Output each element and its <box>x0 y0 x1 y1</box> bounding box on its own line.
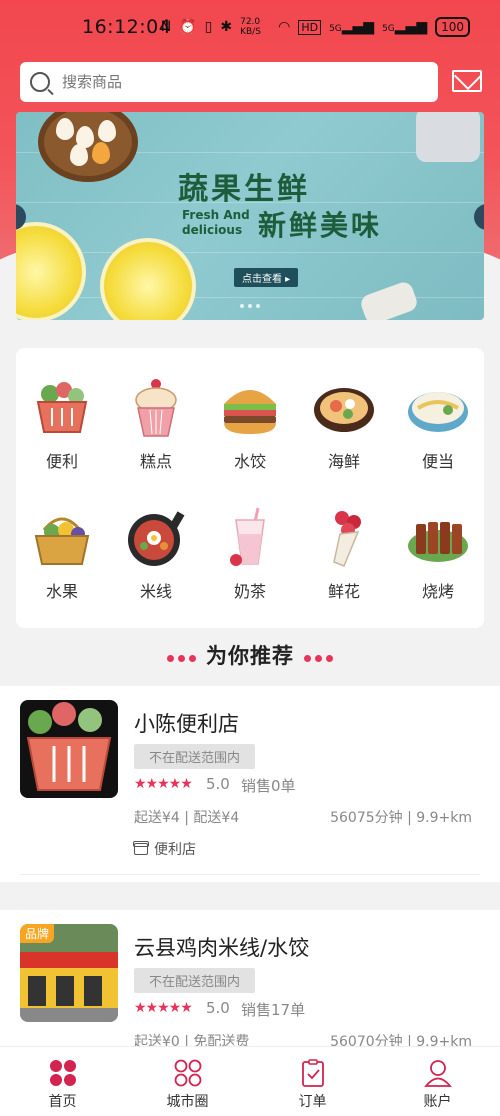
cupcake-icon <box>124 376 188 440</box>
search-input[interactable] <box>62 73 402 91</box>
tab-account[interactable]: 账户 <box>375 1047 500 1116</box>
category-item-bento[interactable]: 便当 <box>392 376 484 486</box>
category-item-milk-tea[interactable]: 奶茶 <box>204 506 296 616</box>
order-clipboard-icon <box>299 1059 327 1087</box>
category-item-rice-noodle[interactable]: 米线 <box>110 506 202 616</box>
recommend-section-title: 为你推荐 <box>0 640 500 670</box>
shop-name: 小陈便利店 <box>134 712 239 736</box>
shop-thumbnail: 品牌 <box>20 924 118 1022</box>
tab-orders[interactable]: 订单 <box>250 1047 375 1116</box>
shop-card[interactable]: 品牌 云县鸡肉米线/水饺 不在配送范围内 ★★★★★ 5.0 销售17单 起送¥… <box>0 910 500 1050</box>
account-person-icon <box>423 1059 452 1087</box>
category-item-flowers[interactable]: 鲜花 <box>298 506 390 616</box>
bbq-skewer-icon <box>406 506 470 570</box>
bluetooth-icon: ✱ <box>220 19 233 35</box>
bottom-tab-bar: 首页 城市圈 订单 账户 <box>0 1046 500 1116</box>
burger-icon <box>218 376 282 440</box>
delivery-status-tag: 不在配送范围内 <box>134 968 256 993</box>
status-bar: 16:12:04 N ⏰ ▯ ✱ 72.0 KB/S ◠ HD 5G▂▄▆ 5G… <box>0 0 500 56</box>
category-grid: 便利 糕点 水饺 海鲜 便当 水果 米线 奶茶 鲜花 烧烤 <box>16 348 484 628</box>
home-grid-icon <box>49 1059 77 1087</box>
battery-icon: 100 <box>435 17 470 37</box>
banner-subtitle-en: Fresh And delicious <box>182 208 250 237</box>
category-item-fruit[interactable]: 水果 <box>16 506 108 616</box>
promo-banner[interactable]: 蔬果生鲜 Fresh And delicious 新鲜美味 点击查看 ▸ <box>16 112 484 320</box>
category-item-dumpling[interactable]: 水饺 <box>204 376 296 486</box>
fruit-basket-icon <box>30 506 94 570</box>
decor-dots-left <box>165 645 198 669</box>
rating-value: 5.0 <box>206 775 230 793</box>
delivery-distance: 56075分钟 | 9.9+km <box>330 810 472 826</box>
network-speed: 72.0 KB/S <box>240 17 261 37</box>
shop-name: 云县鸡肉米线/水饺 <box>134 936 310 960</box>
shop-thumbnail <box>20 700 118 798</box>
rating-value: 5.0 <box>206 999 230 1017</box>
milk-tea-icon <box>218 506 282 570</box>
lemon-image <box>16 222 86 320</box>
shop-card[interactable]: 小陈便利店 不在配送范围内 ★★★★★ 5.0 销售0单 起送¥4 | 配送¥4… <box>0 686 500 882</box>
flower-bouquet-icon <box>312 506 376 570</box>
seafood-pot-icon <box>312 376 376 440</box>
fish-image <box>416 112 480 162</box>
search-icon <box>30 72 50 92</box>
store-icon <box>133 841 149 855</box>
basket-icon <box>30 376 94 440</box>
bento-icon <box>406 376 470 440</box>
brand-badge: 品牌 <box>20 924 55 943</box>
banner-title: 蔬果生鲜 <box>178 172 310 207</box>
category-item-bbq[interactable]: 烧烤 <box>392 506 484 616</box>
category-item-convenience[interactable]: 便利 <box>16 376 108 486</box>
city-circle-icon <box>174 1059 202 1087</box>
delivery-status-tag: 不在配送范围内 <box>134 744 256 769</box>
decor-dots-right <box>302 645 335 669</box>
banner-pagination <box>240 304 260 308</box>
wifi-icon: ◠ <box>278 19 291 35</box>
rating-stars: ★★★★★ <box>134 776 193 792</box>
alarm-icon: ⏰ <box>179 19 197 35</box>
status-icons: N ⏰ ▯ ✱ 72.0 KB/S ◠ HD 5G▂▄▆ 5G▂▄▆ 100 <box>161 17 470 37</box>
delivery-fee: 起送¥4 | 配送¥4 <box>134 810 240 826</box>
message-icon[interactable] <box>452 70 482 92</box>
tab-city-circle[interactable]: 城市圈 <box>125 1047 250 1116</box>
banner-title-2: 新鲜美味 <box>258 209 383 242</box>
noodle-pan-icon <box>124 506 188 570</box>
sales-count: 销售0单 <box>241 777 296 795</box>
nfc-icon: N <box>160 19 172 35</box>
category-item-pastry[interactable]: 糕点 <box>110 376 202 486</box>
rating-stars: ★★★★★ <box>134 1000 193 1016</box>
vibrate-icon: ▯ <box>204 19 213 35</box>
category-item-seafood[interactable]: 海鲜 <box>298 376 390 486</box>
banner-next-arrow[interactable] <box>474 204 484 230</box>
signal-5g-2: 5G▂▄▆ <box>382 19 428 35</box>
status-time: 16:12:04 <box>82 16 172 38</box>
shop-category: 便利店 <box>133 839 196 859</box>
hd-badge: HD <box>298 19 322 35</box>
tab-home[interactable]: 首页 <box>0 1047 125 1116</box>
search-bar[interactable] <box>20 62 438 102</box>
sales-count: 销售17单 <box>241 1001 306 1019</box>
signal-5g-1: 5G▂▄▆ <box>329 19 375 35</box>
banner-cta-button[interactable]: 点击查看 ▸ <box>234 268 299 287</box>
